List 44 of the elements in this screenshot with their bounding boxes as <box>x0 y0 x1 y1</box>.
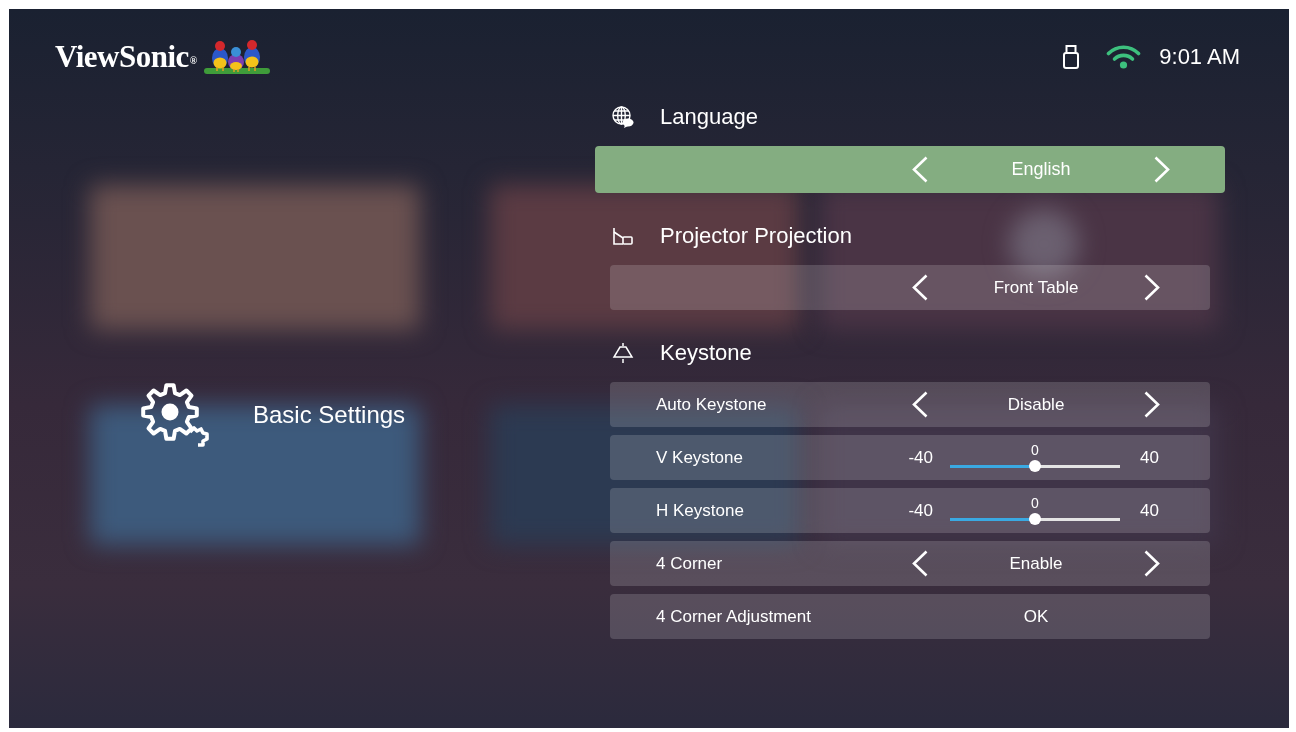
setting-row[interactable]: 4 Corner Enable <box>610 541 1210 586</box>
clock-time: 9:01 AM <box>1159 44 1240 70</box>
setting-row[interactable]: Auto Keystone Disable <box>610 382 1210 427</box>
setting-label: 4 Corner <box>656 553 723 574</box>
slider-reading: 0 <box>1031 442 1039 458</box>
range-min: -40 <box>908 447 933 468</box>
setting-row[interactable]: Front Table <box>610 265 1210 310</box>
chevron-left-icon <box>912 391 928 418</box>
chevron-left-icon <box>912 550 928 577</box>
setting-label: 4 Corner Adjustment <box>656 606 811 627</box>
chevron-right-icon <box>1144 274 1160 301</box>
setting-value: Disable <box>1007 394 1065 415</box>
setting-row[interactable]: V Keystone -40 0 40 <box>610 435 1210 480</box>
setting-value: Front Table <box>993 277 1079 298</box>
chevron-left-icon <box>912 156 928 183</box>
usb-drive-icon <box>1063 45 1080 69</box>
chevron-right-icon <box>1144 550 1160 577</box>
setting-label: Auto Keystone <box>656 394 767 415</box>
category-title: Basic Settings <box>253 400 406 429</box>
setting-label: V Keystone <box>656 447 743 468</box>
chevron-left-icon <box>912 274 928 301</box>
setting-value: English <box>1011 159 1071 180</box>
birds-logo <box>202 37 271 77</box>
gears-icon <box>140 382 212 447</box>
projector-icon <box>612 225 634 247</box>
section-title: Keystone <box>660 340 752 366</box>
setting-row[interactable]: 4 Corner Adjustment OK <box>610 594 1210 639</box>
chevron-right-icon <box>1144 391 1160 418</box>
trapezoid-icon <box>612 342 634 364</box>
wifi-icon <box>1106 45 1142 69</box>
slider-reading: 0 <box>1031 495 1039 511</box>
section-title: Projector Projection <box>660 223 852 249</box>
globe-icon <box>612 106 634 128</box>
action-label: OK <box>1023 606 1049 627</box>
slider-thumb[interactable] <box>1029 513 1041 525</box>
range-max: 40 <box>1140 447 1159 468</box>
section-title: Language <box>660 104 758 130</box>
chevron-right-icon <box>1154 156 1170 183</box>
range-min: -40 <box>908 500 933 521</box>
setting-value: Enable <box>1009 553 1063 574</box>
slider-thumb[interactable] <box>1029 460 1041 472</box>
range-max: 40 <box>1140 500 1159 521</box>
setting-label: H Keystone <box>656 500 744 521</box>
setting-row[interactable]: H Keystone -40 0 40 <box>610 488 1210 533</box>
